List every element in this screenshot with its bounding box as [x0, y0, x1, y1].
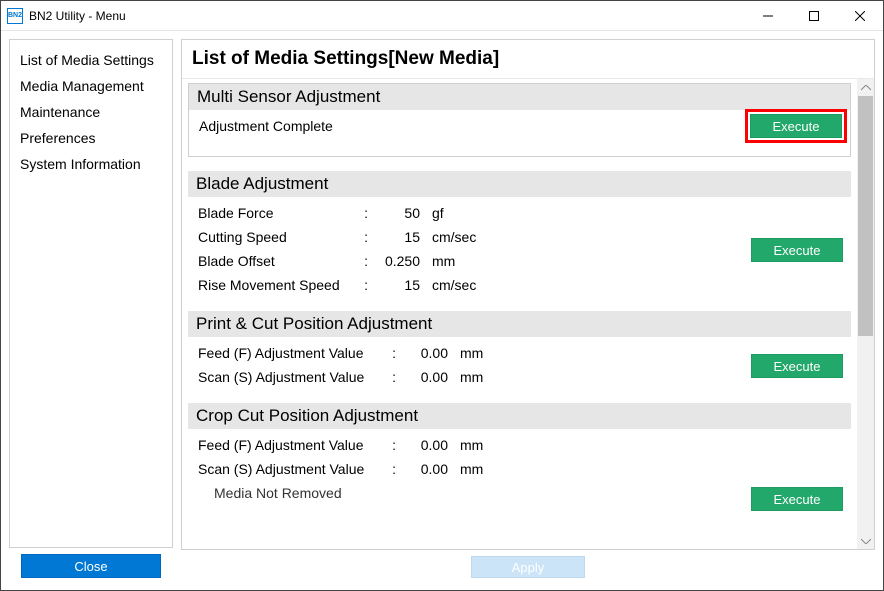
prop-value: 15 [376, 277, 426, 293]
prop-colon: : [358, 277, 376, 293]
prop-label: Scan (S) Adjustment Value [198, 369, 386, 385]
execute-multi-sensor-button[interactable]: Execute [750, 114, 842, 138]
prop-colon: : [386, 345, 404, 361]
execute-crop-cut-button[interactable]: Execute [751, 487, 843, 511]
sidebar-item-media-settings[interactable]: List of Media Settings [10, 48, 172, 74]
section-crop-cut: Crop Cut Position Adjustment Feed (F) Ad… [188, 403, 851, 503]
scroll-area: Multi Sensor Adjustment Adjustment Compl… [182, 78, 874, 549]
prop-value: 0.00 [404, 461, 454, 477]
prop-label: Feed (F) Adjustment Value [198, 345, 386, 361]
prop-unit: mm [426, 253, 496, 269]
section-blade: Blade Adjustment Blade Force : 50 gf [188, 171, 851, 303]
title-bar: BN2 BN2 Utility - Menu [1, 1, 883, 31]
window-title: BN2 Utility - Menu [29, 9, 745, 23]
sidebar-item-preferences[interactable]: Preferences [10, 126, 172, 152]
prop-colon: : [358, 205, 376, 221]
crop-cut-note: Media Not Removed [196, 481, 843, 503]
multi-sensor-status: Adjustment Complete [197, 114, 842, 138]
prop-label: Blade Force [198, 205, 358, 221]
sidebar: List of Media Settings Media Management … [9, 39, 173, 548]
prop-value: 50 [376, 205, 426, 221]
prop-value: 0.00 [404, 369, 454, 385]
prop-row: Scan (S) Adjustment Value : 0.00 mm [196, 365, 843, 389]
app-icon: BN2 [7, 8, 23, 24]
prop-colon: : [386, 437, 404, 453]
vertical-scrollbar[interactable] [857, 79, 874, 549]
prop-label: Feed (F) Adjustment Value [198, 437, 386, 453]
maximize-button[interactable] [791, 1, 837, 30]
prop-label: Rise Movement Speed [198, 277, 358, 293]
scroll-up-icon[interactable] [857, 79, 874, 96]
scroll-thumb[interactable] [858, 96, 873, 336]
prop-colon: : [386, 369, 404, 385]
prop-label: Cutting Speed [198, 229, 358, 245]
scroll-down-icon[interactable] [857, 532, 874, 549]
prop-unit: mm [454, 437, 524, 453]
minimize-button[interactable] [745, 1, 791, 30]
prop-value: 0.00 [404, 437, 454, 453]
prop-unit: mm [454, 369, 524, 385]
prop-colon: : [358, 229, 376, 245]
main-pane: List of Media Settings[New Media] Multi … [181, 39, 875, 582]
prop-label: Blade Offset [198, 253, 358, 269]
prop-unit: mm [454, 345, 524, 361]
prop-unit: cm/sec [426, 229, 496, 245]
page-title: List of Media Settings[New Media] [182, 40, 874, 78]
sidebar-item-maintenance[interactable]: Maintenance [10, 100, 172, 126]
prop-colon: : [386, 461, 404, 477]
prop-row: Feed (F) Adjustment Value : 0.00 mm [196, 433, 843, 457]
prop-label: Scan (S) Adjustment Value [198, 461, 386, 477]
section-print-cut: Print & Cut Position Adjustment Feed (F)… [188, 311, 851, 395]
footer-bar: Apply [181, 556, 875, 582]
section-header-blade: Blade Adjustment [188, 171, 851, 197]
window-controls [745, 1, 883, 30]
prop-row: Feed (F) Adjustment Value : 0.00 mm [196, 341, 843, 365]
scroll-track[interactable] [857, 96, 874, 532]
prop-row: Blade Force : 50 gf [196, 201, 843, 225]
prop-row: Cutting Speed : 15 cm/sec [196, 225, 843, 249]
prop-value: 0.00 [404, 345, 454, 361]
prop-value: 0.250 [376, 253, 426, 269]
sidebar-item-media-management[interactable]: Media Management [10, 74, 172, 100]
sidebar-column: List of Media Settings Media Management … [9, 39, 173, 582]
execute-blade-button[interactable]: Execute [751, 238, 843, 262]
content-area: List of Media Settings Media Management … [1, 31, 883, 590]
section-header-multi-sensor: Multi Sensor Adjustment [189, 84, 850, 110]
prop-unit: mm [454, 461, 524, 477]
section-header-crop-cut: Crop Cut Position Adjustment [188, 403, 851, 429]
close-window-button[interactable] [837, 1, 883, 30]
execute-print-cut-button[interactable]: Execute [751, 354, 843, 378]
prop-colon: : [358, 253, 376, 269]
sidebar-item-system-info[interactable]: System Information [10, 152, 172, 178]
prop-value: 15 [376, 229, 426, 245]
section-multi-sensor: Multi Sensor Adjustment Adjustment Compl… [188, 83, 851, 157]
prop-unit: gf [426, 205, 496, 221]
main-panel: List of Media Settings[New Media] Multi … [181, 39, 875, 550]
apply-button[interactable]: Apply [471, 556, 585, 578]
prop-unit: cm/sec [426, 277, 496, 293]
prop-row: Scan (S) Adjustment Value : 0.00 mm [196, 457, 843, 481]
prop-row: Rise Movement Speed : 15 cm/sec [196, 273, 843, 297]
section-header-print-cut: Print & Cut Position Adjustment [188, 311, 851, 337]
prop-row: Blade Offset : 0.250 mm [196, 249, 843, 273]
close-button[interactable]: Close [21, 554, 161, 578]
